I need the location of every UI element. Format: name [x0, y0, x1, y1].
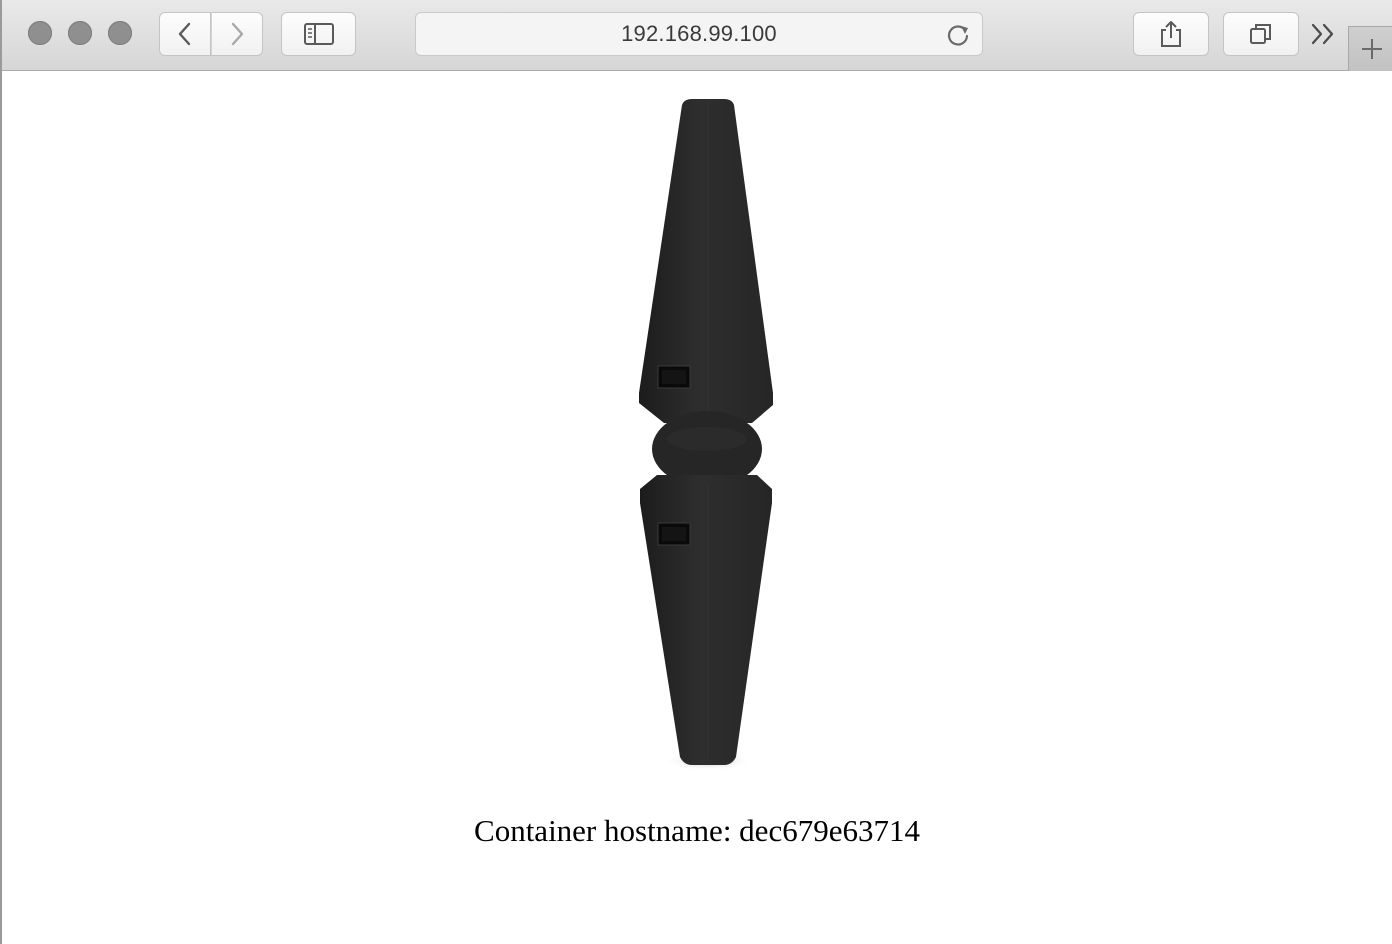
- chevron-right-icon: [231, 22, 244, 46]
- back-button[interactable]: [159, 12, 211, 56]
- share-button[interactable]: [1133, 12, 1209, 56]
- browser-toolbar: 192.168.99.100: [2, 0, 1392, 71]
- browser-window: 192.168.99.100 Container hostname: dec67…: [0, 0, 1392, 944]
- url-text: 192.168.99.100: [621, 21, 777, 46]
- address-bar[interactable]: 192.168.99.100: [415, 12, 983, 56]
- tabs-overview-icon: [1250, 24, 1271, 44]
- close-window-button[interactable]: [28, 21, 52, 45]
- whistle-image: [639, 99, 773, 771]
- share-icon: [1161, 21, 1181, 47]
- zoom-window-button[interactable]: [108, 21, 132, 45]
- chevron-left-icon: [178, 22, 191, 46]
- reload-icon[interactable]: [944, 21, 972, 49]
- forward-button[interactable]: [211, 12, 263, 56]
- page-content: Container hostname: dec679e63714: [2, 71, 1392, 944]
- container-hostname-text: Container hostname: dec679e63714: [474, 813, 920, 848]
- sidebar-toggle-button[interactable]: [281, 12, 356, 56]
- plus-icon: [1361, 39, 1382, 59]
- sidebar-icon: [303, 23, 334, 45]
- double-chevron-right-icon[interactable]: [1308, 20, 1340, 48]
- tab-overview-button[interactable]: [1223, 12, 1299, 56]
- minimize-window-button[interactable]: [68, 21, 92, 45]
- new-tab-button[interactable]: [1348, 26, 1392, 71]
